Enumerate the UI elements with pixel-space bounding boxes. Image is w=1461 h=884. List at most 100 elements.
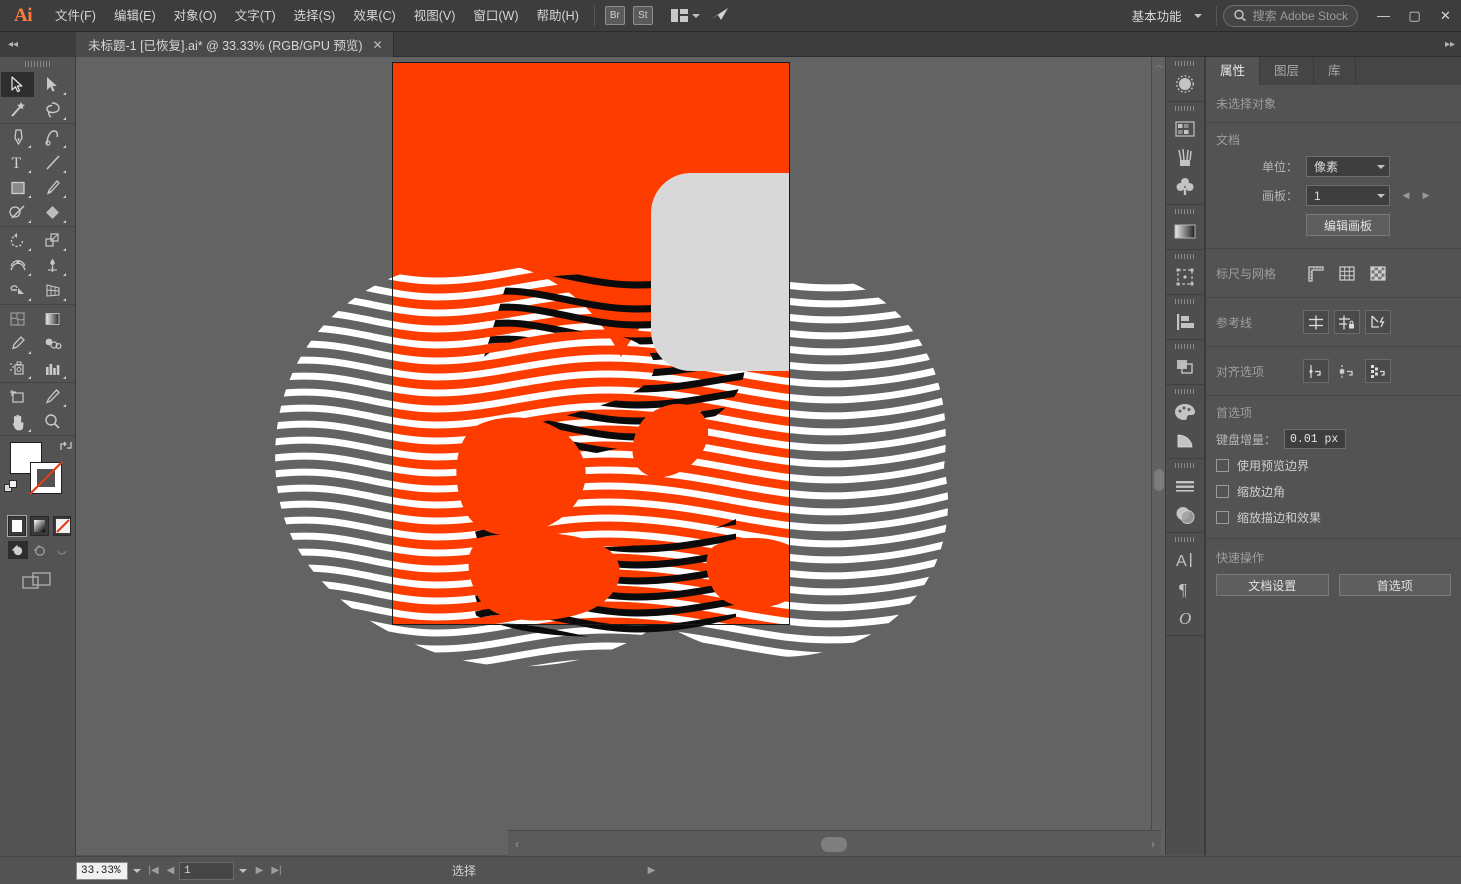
- artboard-select[interactable]: 1: [1306, 185, 1390, 206]
- brushes-panel-icon[interactable]: [1166, 69, 1204, 98]
- lock-guides-button[interactable]: [1334, 310, 1360, 334]
- stroke-panel-icon[interactable]: [1166, 471, 1204, 500]
- mesh-tool[interactable]: [1, 306, 34, 331]
- collapse-panels-right-button[interactable]: ▸▸: [1445, 32, 1455, 57]
- dock-grip[interactable]: [1166, 102, 1204, 114]
- show-rulers-button[interactable]: [1303, 261, 1329, 285]
- swatches-panel-icon[interactable]: [1166, 114, 1204, 143]
- draw-inside-button[interactable]: [52, 541, 72, 559]
- canvas-horizontal-scrollbar[interactable]: ‹ ›: [508, 830, 1161, 856]
- zoom-level-field[interactable]: 33.33%: [76, 861, 128, 880]
- eyedropper-tool[interactable]: [1, 331, 34, 356]
- gradient-panel-icon[interactable]: [1166, 217, 1204, 246]
- menu-window[interactable]: 窗口(W): [464, 0, 527, 32]
- document-setup-button[interactable]: 文档设置: [1216, 574, 1329, 596]
- stock-search-field[interactable]: 搜索 Adobe Stock: [1222, 4, 1358, 27]
- blend-tool[interactable]: [36, 331, 69, 356]
- character-panel-icon[interactable]: A: [1166, 545, 1204, 574]
- rotate-tool[interactable]: [1, 228, 34, 253]
- horizontal-scroll-thumb[interactable]: [821, 837, 847, 852]
- vertical-scroll-thumb[interactable]: [1154, 469, 1164, 491]
- align-panel-icon[interactable]: [1166, 307, 1204, 336]
- menu-file[interactable]: 文件(F): [46, 0, 105, 32]
- discover-icon[interactable]: [710, 6, 730, 25]
- tab-properties[interactable]: 属性: [1206, 57, 1261, 85]
- dock-grip[interactable]: [1166, 459, 1204, 471]
- direct-selection-tool[interactable]: [36, 72, 69, 97]
- transparency-panel-icon[interactable]: [1166, 500, 1204, 529]
- zoom-tool[interactable]: [36, 409, 69, 434]
- use-preview-bounds-checkbox[interactable]: [1216, 459, 1229, 472]
- menu-type[interactable]: 文字(T): [226, 0, 285, 32]
- dock-grip[interactable]: [1166, 385, 1204, 397]
- status-menu-button[interactable]: ▶: [643, 861, 660, 881]
- dock-grip[interactable]: [1166, 250, 1204, 262]
- menu-edit[interactable]: 编辑(E): [105, 0, 165, 32]
- tab-libraries[interactable]: 库: [1314, 57, 1356, 85]
- menu-view[interactable]: 视图(V): [405, 0, 465, 32]
- tools-panel-grip[interactable]: [0, 57, 75, 71]
- workspace-switcher[interactable]: 基本功能: [1118, 6, 1210, 25]
- scale-strokes-effects-row[interactable]: 缩放描边和效果: [1216, 509, 1451, 526]
- dock-grip[interactable]: [1166, 205, 1204, 217]
- paintbrush-tool[interactable]: [36, 175, 69, 200]
- scroll-left-icon[interactable]: ‹: [508, 837, 526, 851]
- default-fill-stroke-icon[interactable]: [4, 480, 19, 498]
- free-transform-tool[interactable]: [36, 253, 69, 278]
- close-button[interactable]: ✕: [1430, 0, 1461, 32]
- color-guide-panel-icon[interactable]: [1166, 426, 1204, 455]
- document-tab[interactable]: 未标题-1 [已恢复].ai* @ 33.33% (RGB/GPU 预览) ✕: [76, 32, 394, 57]
- show-guides-button[interactable]: [1303, 310, 1329, 334]
- width-tool[interactable]: [1, 253, 34, 278]
- arrange-documents-button[interactable]: [667, 9, 704, 22]
- menu-object[interactable]: 对象(O): [165, 0, 226, 32]
- snap-to-grid-button[interactable]: [1334, 359, 1360, 383]
- dock-grip[interactable]: [1166, 57, 1204, 69]
- paragraph-panel-icon[interactable]: ¶: [1166, 574, 1204, 603]
- units-select[interactable]: 像素: [1306, 156, 1390, 177]
- line-segment-tool[interactable]: [36, 150, 69, 175]
- scale-tool[interactable]: [36, 228, 69, 253]
- snap-to-point-button[interactable]: [1303, 359, 1329, 383]
- eraser-tool[interactable]: [36, 200, 69, 225]
- selection-tool[interactable]: [1, 72, 34, 97]
- next-artboard-button[interactable]: ▶: [1416, 185, 1436, 206]
- bridge-button[interactable]: Br: [604, 6, 625, 25]
- draw-behind-button[interactable]: [30, 541, 50, 559]
- glyphs-panel-icon[interactable]: O: [1166, 603, 1204, 632]
- pathfinder-panel-icon[interactable]: [1166, 352, 1204, 381]
- collapse-panels-left-button[interactable]: ◂◂: [0, 32, 76, 57]
- symbols-panel-icon[interactable]: [1166, 172, 1204, 201]
- scroll-right-icon[interactable]: ›: [1151, 837, 1155, 851]
- keyboard-increment-field[interactable]: 0.01 px: [1284, 429, 1347, 449]
- hand-tool[interactable]: [1, 409, 34, 434]
- magic-wand-tool[interactable]: [1, 97, 34, 122]
- zoom-level-dropdown[interactable]: [128, 861, 145, 881]
- artboard-tool[interactable]: [1, 384, 34, 409]
- gradient-tool[interactable]: [36, 306, 69, 331]
- none-mode-button[interactable]: [52, 516, 71, 536]
- pen-tool[interactable]: [1, 125, 34, 150]
- brush-libraries-panel-icon[interactable]: [1166, 143, 1204, 172]
- shaper-tool[interactable]: [1, 200, 34, 225]
- rectangle-tool[interactable]: [1, 175, 34, 200]
- canvas-vertical-scrollbar[interactable]: ︿ ﹀: [1151, 57, 1165, 855]
- edit-artboards-button[interactable]: 编辑画板: [1306, 214, 1390, 236]
- draw-normal-button[interactable]: [8, 541, 28, 559]
- color-mode-button[interactable]: [8, 516, 27, 536]
- prev-artboard-button[interactable]: ◀: [162, 861, 179, 881]
- use-preview-bounds-row[interactable]: 使用预览边界: [1216, 457, 1451, 474]
- type-tool[interactable]: T: [1, 150, 34, 175]
- dock-grip[interactable]: [1166, 295, 1204, 307]
- scale-corners-checkbox[interactable]: [1216, 485, 1229, 498]
- perspective-grid-tool[interactable]: [36, 278, 69, 303]
- change-screen-mode-button[interactable]: [0, 571, 75, 591]
- transform-panel-icon[interactable]: [1166, 262, 1204, 291]
- next-artboard-button[interactable]: ▶: [251, 861, 268, 881]
- show-grid-button[interactable]: [1334, 261, 1360, 285]
- slice-tool[interactable]: [36, 384, 69, 409]
- show-transparency-grid-button[interactable]: [1365, 261, 1391, 285]
- last-artboard-button[interactable]: ▶|: [268, 861, 285, 881]
- lasso-tool[interactable]: [36, 97, 69, 122]
- smart-guides-button[interactable]: [1365, 310, 1391, 334]
